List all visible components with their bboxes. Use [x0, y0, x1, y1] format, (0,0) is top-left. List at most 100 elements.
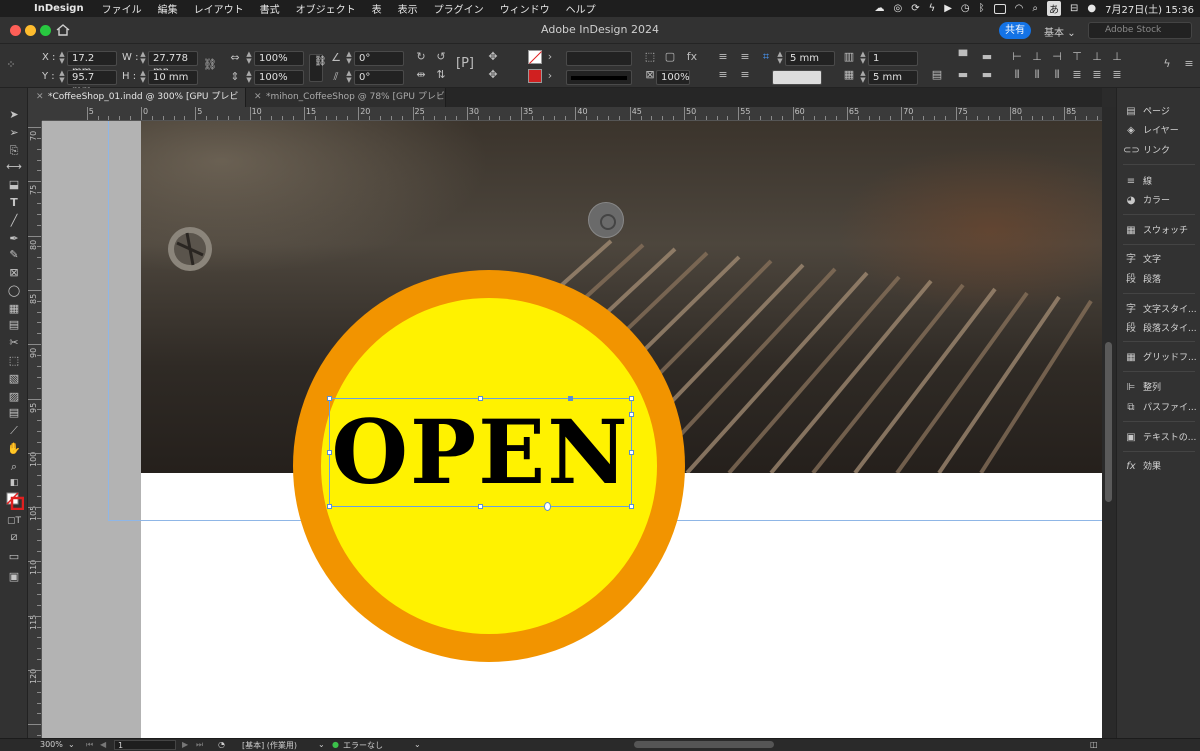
menu-type[interactable]: 書式	[260, 1, 280, 16]
panel-swatches[interactable]: ▦ スウォッチ	[1123, 223, 1199, 239]
menu-app-name[interactable]: InDesign	[34, 3, 84, 14]
align-v-centers-icon[interactable]: ⊥	[1090, 50, 1104, 64]
panel-character[interactable]: 字文字	[1123, 252, 1199, 268]
table-tool-icon[interactable]: ▦	[6, 302, 22, 316]
distribute-left-icon[interactable]: ⫴	[1010, 68, 1024, 82]
inset-bottom-stepper[interactable]: ▲ ▼	[859, 70, 867, 85]
tab-coffeeshop-01[interactable]: ✕ *CoffeeShop_01.indd @ 300% [GPU プレビュー]	[28, 88, 246, 121]
handle-bottom-center[interactable]	[478, 504, 483, 509]
columns-field[interactable]: 1	[868, 51, 918, 66]
wifi-icon[interactable]: ◠	[1015, 3, 1024, 14]
select-content-icon[interactable]: ✥	[486, 68, 500, 82]
rotate-cw-icon[interactable]: ↻	[414, 50, 428, 64]
w-stepper[interactable]: ▲ ▼	[139, 51, 147, 66]
next-page-icon[interactable]: ▶	[182, 740, 188, 749]
document-canvas[interactable]: OPEN	[42, 121, 1102, 738]
content-collector-icon[interactable]: ⬓	[6, 178, 22, 192]
auto-size-icon[interactable]: ▀	[956, 50, 970, 64]
fill-stroke-swatch[interactable]	[6, 492, 25, 511]
out-port-handle[interactable]	[629, 412, 634, 417]
panel-pathfinder[interactable]: ⧉ パスファイ...	[1123, 400, 1199, 416]
tab-mihon-coffeeshop[interactable]: ✕ *mihon_CoffeeShop @ 78% [GPU プレビュー]	[246, 88, 446, 121]
horizontal-ruler[interactable]: 5 0 5 10 15 20 25 30 35 40 45 50 55 60 65 70 75 80 85	[42, 107, 1102, 121]
scale-x-stepper[interactable]: ▲ ▼	[245, 51, 253, 66]
share-button[interactable]: 共有	[999, 22, 1031, 39]
reference-point-icon[interactable]: ⁘	[4, 58, 18, 72]
cloud-icon[interactable]: ☁	[874, 3, 884, 14]
handle-middle-left[interactable]	[327, 450, 332, 455]
x-field[interactable]: 17.2 mm	[67, 51, 117, 77]
preflight-profile[interactable]: [基本] (作業用)	[242, 740, 297, 751]
direct-selection-tool-icon[interactable]: ➢	[6, 126, 22, 140]
screen-mode-icon[interactable]: ▭	[6, 550, 22, 564]
previous-page-icon[interactable]: ◀	[100, 740, 106, 749]
menu-window[interactable]: ウィンドウ	[500, 1, 550, 16]
menu-object[interactable]: オブジェクト	[296, 1, 356, 16]
panel-paragraph-styles[interactable]: 段段落スタイ...	[1123, 321, 1199, 337]
stroke-weight-field[interactable]	[566, 51, 632, 66]
shear-stepper[interactable]: ▲ ▼	[345, 70, 353, 85]
handle-bottom-left[interactable]	[327, 504, 332, 509]
search-icon[interactable]: ⌕	[1032, 3, 1038, 14]
text-frame-icon[interactable]: [P]	[456, 57, 474, 71]
rotate-field[interactable]: 0°	[354, 51, 404, 66]
x-stepper[interactable]: ▲ ▼	[58, 51, 66, 66]
profile-chevron-icon[interactable]: ⌄	[318, 740, 325, 749]
distribute-right-icon[interactable]: ⫴	[1050, 68, 1064, 82]
control-center-icon[interactable]: ⊟	[1070, 3, 1078, 14]
hand-tool-icon[interactable]: ✋	[6, 442, 22, 456]
handle-top-center[interactable]	[478, 396, 483, 401]
y-field[interactable]: 95.7 mm	[67, 70, 117, 96]
menu-edit[interactable]: 編集	[158, 1, 178, 16]
opacity-field[interactable]: 100%	[656, 70, 690, 85]
pencil-tool-icon[interactable]: ✎	[6, 248, 22, 262]
scissors-tool-icon[interactable]: ✂	[6, 336, 22, 350]
vertical-ruler[interactable]: 70 75 80 85 90 95 100 105 110 115 120	[28, 121, 42, 738]
justify-icon[interactable]: ≡	[738, 68, 752, 82]
baseline-anchor-handle[interactable]	[544, 502, 551, 511]
vertical-scroll-thumb[interactable]	[1105, 342, 1112, 502]
battery-icon[interactable]	[993, 3, 1006, 14]
gradient-tool-icon[interactable]: ▧	[6, 372, 22, 386]
panel-effects[interactable]: fx 効果	[1123, 459, 1199, 475]
view-mode-icon[interactable]: ▣	[6, 570, 22, 584]
scale-y-field[interactable]: 100%	[254, 70, 304, 85]
frame-inset-icon[interactable]: ⌗	[759, 50, 773, 64]
last-page-icon[interactable]: ⏭	[196, 740, 203, 750]
distribute-center-icon[interactable]: ⫴	[1030, 68, 1044, 82]
adobe-stock-search[interactable]: Adobe Stock	[1088, 22, 1192, 39]
rectangle-frame-tool-icon[interactable]: ⊠	[6, 266, 22, 280]
content-grabber-icon[interactable]	[588, 202, 624, 238]
fill-chevron-icon[interactable]: ›	[543, 50, 557, 64]
frame-fit-icon[interactable]: ▢	[663, 50, 677, 64]
scale-x-field[interactable]: 100%	[254, 51, 304, 66]
panel-links[interactable]: ⊂⊃ リンク	[1123, 143, 1199, 159]
panel-character-styles[interactable]: 字文字スタイ...	[1123, 302, 1199, 318]
stroke-swatch[interactable]	[528, 69, 542, 83]
formatting-affects-container-icon[interactable]: ▢T	[6, 514, 22, 528]
input-mode-indicator[interactable]: あ	[1046, 1, 1061, 16]
panel-layers[interactable]: ◈ レイヤー	[1123, 123, 1199, 139]
menu-table[interactable]: 表	[372, 1, 382, 16]
vertical-justify-icon[interactable]: ▬	[980, 50, 994, 64]
flip-vertical-icon[interactable]: ⇅	[434, 68, 448, 82]
inset-top-stepper[interactable]: ▲ ▼	[776, 51, 784, 66]
fx-icon[interactable]: fx	[685, 50, 699, 64]
ignore-wrap-icon[interactable]: ▬	[980, 68, 994, 82]
sync-icon[interactable]: ⟳	[911, 3, 919, 14]
gradient-feather-tool-icon[interactable]: ▨	[6, 390, 22, 404]
handle-top-right[interactable]	[629, 396, 634, 401]
constrain-scale-button[interactable]: ⛓	[309, 54, 327, 82]
constrain-proportions-icon[interactable]: ⛓	[203, 58, 217, 72]
ellipse-tool-icon[interactable]: ◯	[6, 284, 22, 298]
pen-tool-icon[interactable]: ✒	[6, 232, 22, 246]
panel-align[interactable]: ⊫ 整列	[1123, 380, 1199, 396]
handle-bottom-right[interactable]	[629, 504, 634, 509]
horizontal-scroll-thumb[interactable]	[634, 741, 774, 748]
bluetooth-icon[interactable]: ᛒ	[979, 3, 985, 14]
columns-stepper[interactable]: ▲ ▼	[859, 51, 867, 66]
line-tool-icon[interactable]: ╱	[6, 214, 22, 228]
align-bottom-edges-icon[interactable]: ⊥	[1110, 50, 1124, 64]
creative-cloud-icon[interactable]: ◎	[893, 3, 902, 14]
menu-help[interactable]: ヘルプ	[566, 1, 596, 16]
